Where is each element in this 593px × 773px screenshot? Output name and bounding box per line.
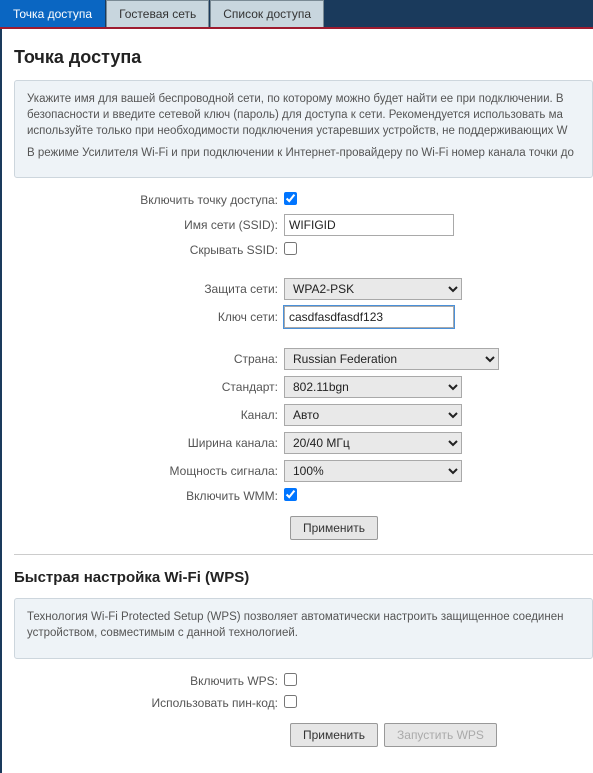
page-content: Точка доступа Укажите имя для вашей бесп… [0,29,593,773]
checkbox-use-pin[interactable] [284,695,297,708]
apply-ap-button[interactable]: Применить [290,516,378,540]
wps-heading: Быстрая настройка Wi-Fi (WPS) [14,569,593,586]
ap-infobox: Укажите имя для вашей беспроводной сети,… [14,80,593,178]
ap-info-p1: Укажите имя для вашей беспроводной сети,… [27,91,580,139]
select-country[interactable]: Russian Federation [284,348,499,370]
label-standard: Стандарт: [14,380,284,394]
tab-access-list[interactable]: Список доступа [210,0,324,27]
ap-info-p2: В режиме Усилителя Wi-Fi и при подключен… [27,145,580,161]
label-power: Мощность сигнала: [14,464,284,478]
label-use-pin: Использовать пин-код: [14,696,284,710]
label-key: Ключ сети: [14,310,284,324]
select-signal-power[interactable]: 100% [284,460,462,482]
select-channel-width[interactable]: 20/40 МГц [284,432,462,454]
label-country: Страна: [14,352,284,366]
wps-infobox: Технология Wi-Fi Protected Setup (WPS) п… [14,598,593,658]
label-security: Защита сети: [14,282,284,296]
input-ssid[interactable] [284,214,454,236]
checkbox-wmm[interactable] [284,488,297,501]
ap-heading: Точка доступа [14,47,593,68]
tab-bar: Точка доступа Гостевая сеть Список досту… [0,0,593,29]
select-standard[interactable]: 802.11bgn [284,376,462,398]
checkbox-enable-ap[interactable] [284,192,297,205]
tab-access-point[interactable]: Точка доступа [0,0,105,27]
select-security[interactable]: WPA2-PSK [284,278,462,300]
label-wmm: Включить WMM: [14,489,284,503]
label-enable-ap: Включить точку доступа: [14,193,284,207]
wps-info-p: Технология Wi-Fi Protected Setup (WPS) п… [27,609,580,641]
tab-guest-network[interactable]: Гостевая сеть [106,0,209,27]
separator [14,554,593,555]
checkbox-enable-wps[interactable] [284,673,297,686]
label-hide-ssid: Скрывать SSID: [14,243,284,257]
checkbox-hide-ssid[interactable] [284,242,297,255]
label-width: Ширина канала: [14,436,284,450]
label-ssid: Имя сети (SSID): [14,218,284,232]
label-channel: Канал: [14,408,284,422]
apply-wps-button[interactable]: Применить [290,723,378,747]
label-enable-wps: Включить WPS: [14,674,284,688]
start-wps-button: Запустить WPS [384,723,497,747]
select-channel[interactable]: Авто [284,404,462,426]
input-network-key[interactable] [284,306,454,328]
